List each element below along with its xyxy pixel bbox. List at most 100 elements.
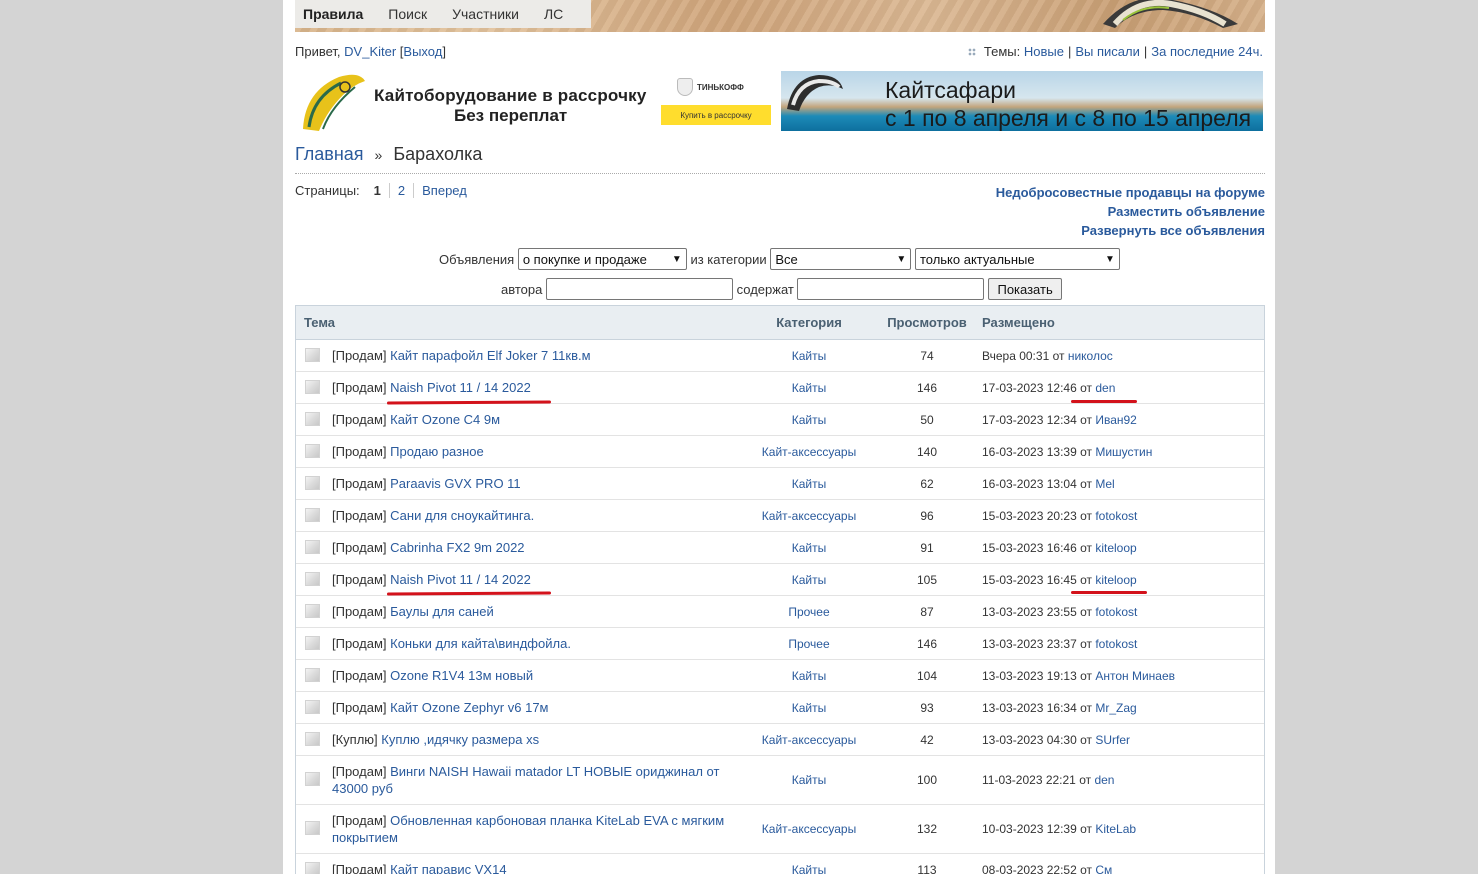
category-link[interactable]: Кайт-аксессуары	[762, 509, 856, 523]
category-link[interactable]: Кайт-аксессуары	[762, 822, 856, 836]
author-link[interactable]: Mr_Zag	[1095, 701, 1136, 715]
topic-link[interactable]: Обновленная карбоновая планка KiteLab EV…	[332, 813, 724, 845]
topic-prefix: [Продам]	[332, 348, 387, 363]
bad-sellers-link[interactable]: Недобросовестные продавцы на форуме	[996, 183, 1265, 202]
author-link[interactable]: николос	[1068, 349, 1113, 363]
page-2-link[interactable]: 2	[388, 183, 413, 198]
category-cell: Прочее	[741, 637, 877, 651]
pagination: Страницы: 1 2 Вперед	[295, 183, 475, 198]
topic-prefix: [Продам]	[332, 764, 387, 779]
topic-link[interactable]: Коньки для кайта\виндфойла.	[390, 636, 571, 651]
col-posted: Размещено	[982, 315, 1055, 330]
ad-banner-installment[interactable]: Кайтоборудование в рассрочку Без перепла…	[299, 71, 777, 133]
category-link[interactable]: Кайты	[792, 477, 827, 491]
topic-prefix: [Продам]	[332, 380, 387, 395]
contains-input[interactable]	[797, 278, 985, 300]
author-link[interactable]: Cм	[1095, 863, 1112, 874]
author-link[interactable]: Антон Минаев	[1095, 669, 1175, 683]
topic-link[interactable]: Кайт паравис VX14	[390, 862, 506, 874]
category-link[interactable]: Кайты	[792, 863, 827, 874]
category-cell: Кайты	[741, 413, 877, 427]
author-link[interactable]: kiteloop	[1095, 573, 1136, 587]
author-link[interactable]: fotokost	[1095, 637, 1137, 651]
themes-24h-link[interactable]: За последние 24ч.	[1151, 44, 1263, 59]
topic-link[interactable]: Куплю ,идячку размера xs	[381, 732, 539, 747]
topic-prefix: [Продам]	[332, 572, 387, 587]
topic-link[interactable]: Кайт парафойл Elf Joker 7 11кв.м	[390, 348, 590, 363]
category-link[interactable]: Кайты	[792, 773, 827, 787]
author-link[interactable]: den	[1094, 773, 1114, 787]
category-cell: Кайты	[741, 477, 877, 491]
category-link[interactable]: Кайты	[792, 701, 827, 715]
category-link[interactable]: Кайты	[792, 413, 827, 427]
category-link[interactable]: Кайты	[792, 541, 827, 555]
topic-link[interactable]: Ozone R1V4 13м новый	[390, 668, 533, 683]
topic-link[interactable]: Продаю разное	[390, 444, 484, 459]
show-button[interactable]: Показать	[988, 278, 1062, 300]
topic-prefix: [Продам]	[332, 668, 387, 683]
breadcrumb-home[interactable]: Главная	[295, 144, 364, 164]
category-link[interactable]: Кайты	[792, 349, 827, 363]
topic-link[interactable]: Naish Pivot 11 / 14 2022	[390, 572, 531, 587]
author-input[interactable]	[545, 278, 733, 300]
kite-image	[1103, 0, 1238, 28]
topic-icon	[305, 443, 320, 458]
author-link[interactable]: Мишустин	[1095, 445, 1152, 459]
author-link[interactable]: fotokost	[1095, 605, 1137, 619]
nav-search[interactable]: Поиск	[388, 6, 427, 22]
buy-installment-button[interactable]: Купить в рассрочку	[661, 105, 771, 125]
author-link[interactable]: KiteLab	[1095, 822, 1136, 836]
posted-date: 13-03-2023 19:13	[982, 668, 1077, 683]
category-link[interactable]: Прочее	[788, 637, 829, 651]
posted-cell: 15-03-2023 16:46 от kiteloop	[982, 540, 1137, 555]
nav-pm[interactable]: ЛС	[544, 6, 563, 22]
logout-link[interactable]: Выход	[403, 44, 442, 59]
topic-link[interactable]: Naish Pivot 11 / 14 2022	[390, 380, 531, 395]
themes-wrote-link[interactable]: Вы писали	[1075, 44, 1140, 59]
category-link[interactable]: Кайт-аксессуары	[762, 733, 856, 747]
topic-link[interactable]: Баулы для саней	[390, 604, 494, 619]
table-row: [Продам] Баулы для саней Прочее 87 13-03-20…	[296, 596, 1264, 628]
annotation-underline	[1071, 591, 1147, 594]
posted-date: 10-03-2023 12:39	[982, 822, 1077, 836]
ad-banner-safari[interactable]: Кайтсафари с 1 по 8 апреля и с 8 по 15 а…	[781, 71, 1263, 131]
views-cell: 105	[916, 572, 938, 587]
status-select[interactable]: только актуальные ▼	[914, 248, 1120, 270]
author-link[interactable]: den	[1095, 381, 1115, 395]
nav-members[interactable]: Участники	[452, 6, 519, 22]
author-link[interactable]: Иван92	[1095, 413, 1137, 427]
expand-all-link[interactable]: Развернуть все объявления	[996, 221, 1265, 240]
topic-prefix: [Продам]	[332, 476, 387, 491]
category-link[interactable]: Кайты	[792, 669, 827, 683]
ad-type-select[interactable]: о покупке и продаже ▼	[517, 248, 687, 270]
topic-icon	[305, 411, 320, 426]
table-row: [Продам] Кайт парафойл Elf Joker 7 11кв.…	[296, 340, 1264, 372]
author-link[interactable]: kiteloop	[1095, 541, 1136, 555]
col-topic: Тема	[304, 315, 336, 330]
topic-link[interactable]: Кайт Ozone C4 9м	[390, 412, 500, 427]
category-select[interactable]: Все ▼	[770, 248, 912, 270]
topic-link[interactable]: Кайт Ozone Zephyr v6 17м	[390, 700, 548, 715]
topic-link[interactable]: Paraavis GVX PRO 11	[390, 476, 521, 491]
author-link[interactable]: SUrfer	[1095, 733, 1130, 747]
topic-link[interactable]: Винги NAISH Hawaii matador LT НОВЫЕ орид…	[332, 764, 719, 796]
greeting: Привет, DV_Kiter [Выход]	[295, 44, 446, 59]
topic-cell: [Продам] Кайт Ozone C4 9м	[296, 411, 741, 428]
topic-prefix: [Продам]	[332, 604, 387, 619]
themes-new-link[interactable]: Новые	[1024, 44, 1064, 59]
category-link[interactable]: Кайт-аксессуары	[762, 445, 856, 459]
author-link[interactable]: Mel	[1095, 477, 1114, 491]
category-link[interactable]: Кайты	[792, 573, 827, 587]
category-link[interactable]: Прочее	[788, 605, 829, 619]
page-next-link[interactable]: Вперед	[413, 183, 475, 198]
author-link[interactable]: fotokost	[1095, 509, 1137, 523]
nav-rules[interactable]: Правила	[303, 6, 363, 22]
category-link[interactable]: Кайты	[792, 381, 827, 395]
views-cell: 74	[920, 348, 934, 363]
table-row: [Продам] Винги NAISH Hawaii matador LT Н…	[296, 756, 1264, 805]
user-link[interactable]: DV_Kiter	[344, 44, 396, 59]
post-ad-link[interactable]: Разместить объявление	[996, 202, 1265, 221]
topic-link[interactable]: Сани для сноукайтинга.	[390, 508, 534, 523]
tinkoff-logo: ТИНЬКОФФ	[677, 78, 744, 96]
topic-link[interactable]: Cabrinha FX2 9m 2022	[390, 540, 524, 555]
